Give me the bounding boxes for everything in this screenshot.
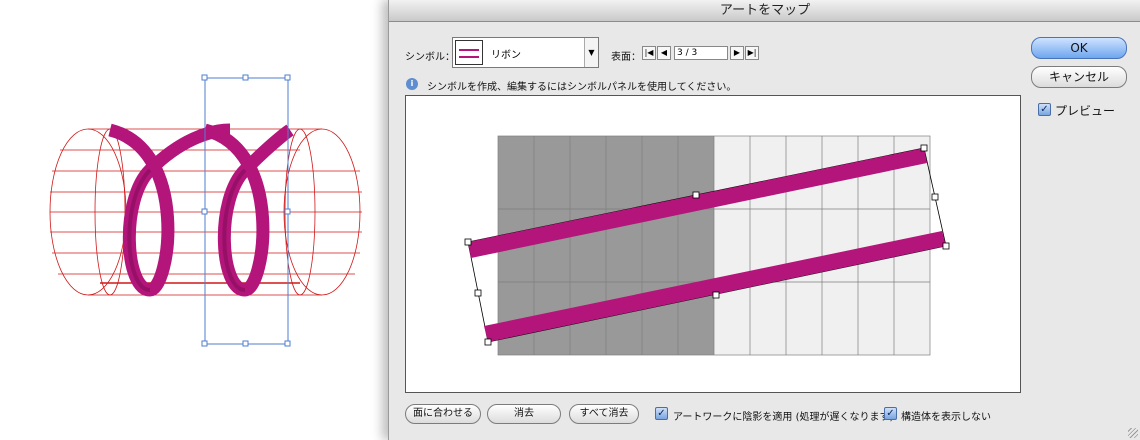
last-surface-button[interactable]: ▶| xyxy=(745,46,759,60)
ribbon-coils xyxy=(107,123,294,297)
surface-preview-panel[interactable] xyxy=(405,95,1021,393)
first-surface-button[interactable]: |◀ xyxy=(642,46,656,60)
ok-button[interactable]: OK xyxy=(1031,37,1127,59)
symbol-value: リボン xyxy=(491,50,521,61)
shading-checkbox[interactable]: ✓ xyxy=(655,407,668,420)
clear-button[interactable]: 消去 xyxy=(487,404,561,424)
fit-to-surface-button[interactable]: 面に合わせる xyxy=(405,404,481,424)
info-text: シンボルを作成、編集するにはシンボルパネルを使用してください。 xyxy=(427,82,737,93)
artwork-3d-cylinder xyxy=(49,74,362,347)
surface-label: 表面： xyxy=(611,52,641,63)
preview-checkbox[interactable]: ✓ xyxy=(1038,103,1051,116)
shading-label: アートワークに陰影を適用 (処理が遅くなります) xyxy=(673,412,894,423)
surface-map-canvas xyxy=(464,135,950,356)
artwork-canvas[interactable] xyxy=(0,0,390,440)
prev-surface-button[interactable]: ◀ xyxy=(657,46,671,60)
clear-all-button[interactable]: すべて消去 xyxy=(569,404,639,424)
selection-bounding-box xyxy=(201,74,291,347)
chevron-down-icon[interactable]: ▼ xyxy=(584,38,598,67)
surface-counter: 3 / 3 xyxy=(674,46,728,60)
dialog-title: アートをマップ xyxy=(389,0,1140,22)
symbol-swatch-icon xyxy=(455,40,483,65)
cancel-button[interactable]: キャンセル xyxy=(1031,66,1127,88)
invisible-geometry-checkbox[interactable]: ✓ xyxy=(884,407,897,420)
info-icon: i xyxy=(406,78,418,90)
preview-label: プレビュー xyxy=(1055,104,1116,118)
symbol-dropdown[interactable]: リボン ▼ xyxy=(452,37,599,68)
resize-grip[interactable] xyxy=(1128,428,1138,438)
invisible-geometry-label: 構造体を表示しない xyxy=(901,412,991,423)
map-art-dialog: アートをマップ シンボル： リボン ▼ 表面： |◀ ◀ 3 / 3 ▶ ▶| … xyxy=(388,0,1140,440)
next-surface-button[interactable]: ▶ xyxy=(730,46,744,60)
symbol-label: シンボル： xyxy=(405,52,455,63)
